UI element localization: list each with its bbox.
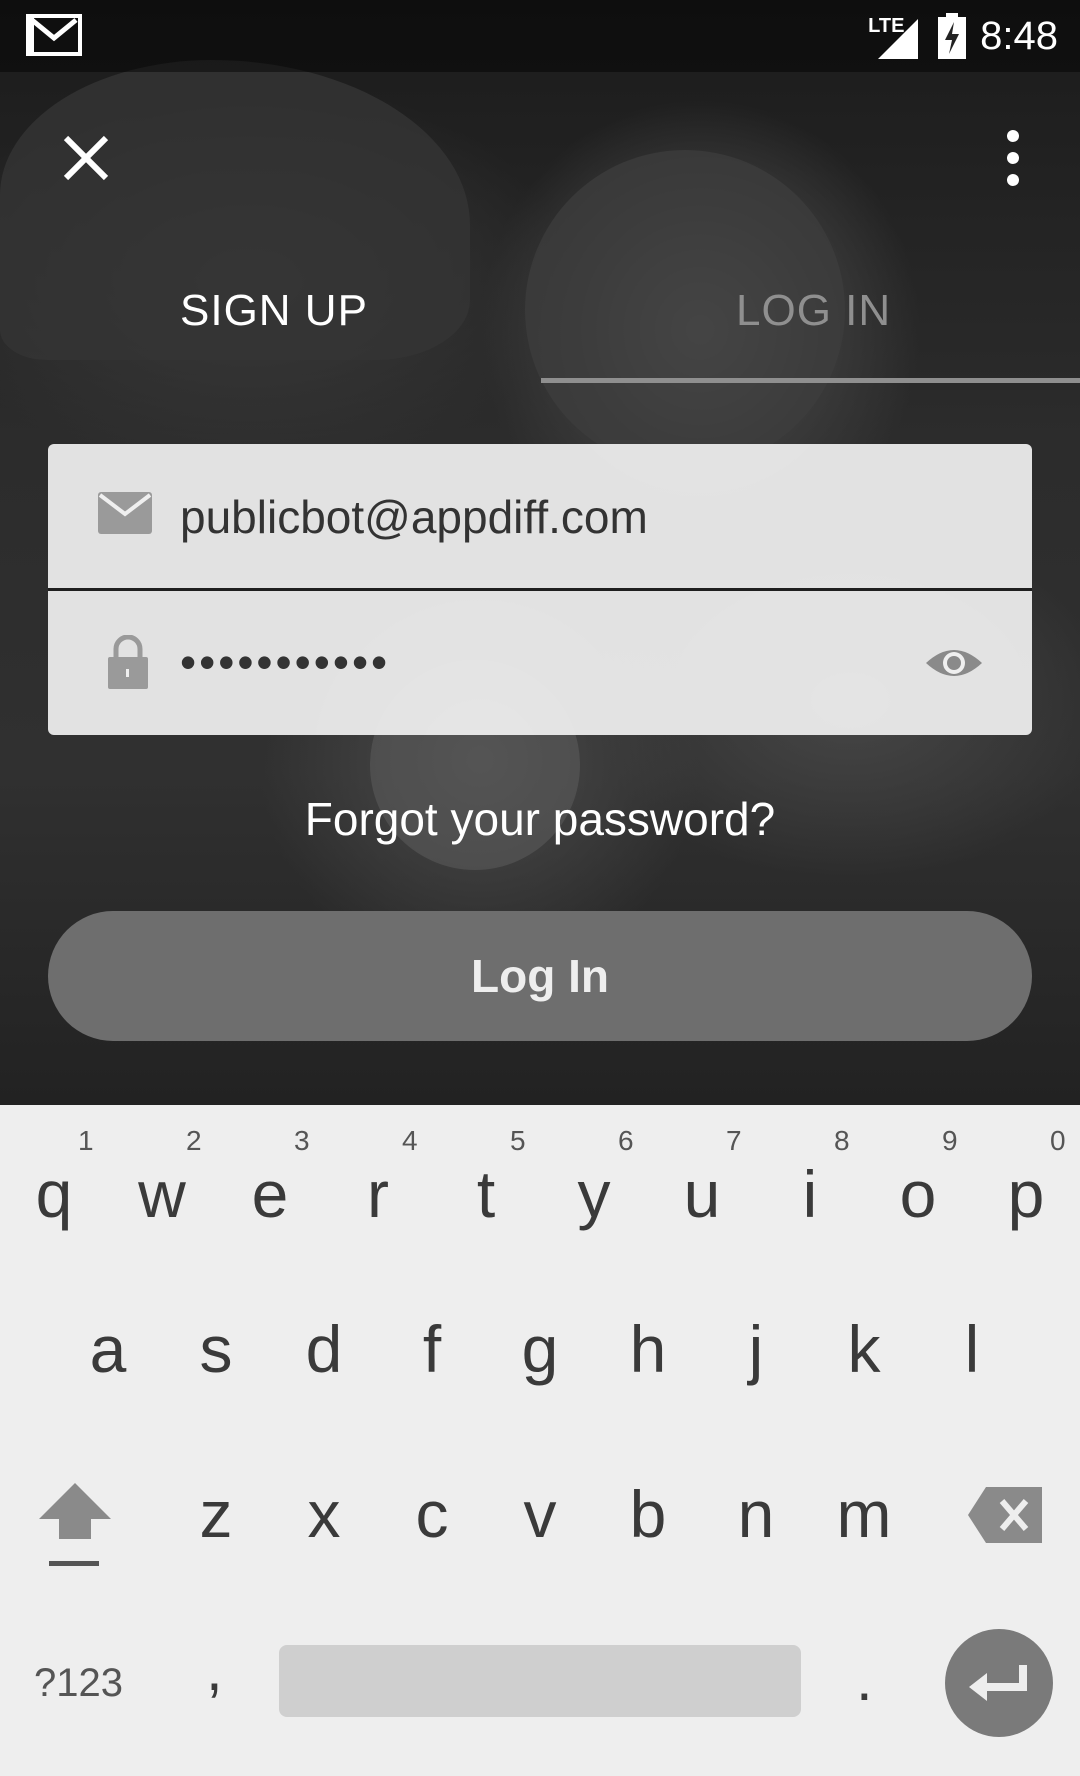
space-bar[interactable] — [279, 1645, 801, 1717]
key-d[interactable]: d — [270, 1270, 378, 1435]
key-o[interactable]: 9 o — [864, 1105, 972, 1270]
key-label: j — [748, 1312, 764, 1386]
symbols-key[interactable]: ?123 — [34, 1661, 123, 1706]
key-label: p — [1007, 1157, 1045, 1231]
key-j[interactable]: j — [702, 1270, 810, 1435]
shift-icon — [39, 1483, 111, 1566]
password-field[interactable]: ••••••••••• — [48, 591, 1032, 735]
mail-icon — [98, 492, 152, 534]
clock: 8:48 — [980, 13, 1058, 58]
more-vert-icon[interactable] — [995, 128, 1031, 188]
key-label: l — [964, 1312, 980, 1386]
key-h[interactable]: h — [594, 1270, 702, 1435]
key-x[interactable]: x — [270, 1435, 378, 1600]
key-label: r — [367, 1157, 389, 1231]
comma-key[interactable]: , — [206, 1635, 223, 1704]
key-label: a — [89, 1312, 127, 1386]
backspace-icon — [968, 1487, 1042, 1543]
key-label: u — [683, 1157, 721, 1231]
status-icons: LTE 8:48 — [868, 8, 1058, 64]
key-hint: 6 — [618, 1125, 634, 1156]
key-label: i — [802, 1157, 818, 1231]
key-label: q — [35, 1157, 73, 1231]
key-label: s — [199, 1312, 233, 1386]
key-k[interactable]: k — [810, 1270, 918, 1435]
key-z[interactable]: z — [162, 1435, 270, 1600]
email-value: publicbot@appdiff.com — [180, 491, 648, 543]
key-hint: 7 — [726, 1125, 742, 1156]
key-label: e — [251, 1157, 289, 1231]
key-label: o — [899, 1157, 937, 1231]
key-t[interactable]: 5 t — [432, 1105, 540, 1270]
key-q[interactable]: 1 q — [0, 1105, 108, 1270]
key-label: m — [836, 1477, 892, 1551]
eye-icon[interactable] — [924, 643, 984, 683]
signal-icon: LTE — [868, 11, 924, 61]
key-label: c — [415, 1477, 449, 1551]
key-u[interactable]: 7 u — [648, 1105, 756, 1270]
key-c[interactable]: c — [378, 1435, 486, 1600]
key-hint: 2 — [186, 1125, 202, 1156]
email-field[interactable]: publicbot@appdiff.com — [48, 444, 1032, 591]
key-g[interactable]: g — [486, 1270, 594, 1435]
key-b[interactable]: b — [594, 1435, 702, 1600]
tab-indicator — [541, 378, 1080, 383]
key-w[interactable]: 2 w — [108, 1105, 216, 1270]
backspace-key[interactable] — [950, 1435, 1060, 1600]
key-label: n — [737, 1477, 775, 1551]
close-icon[interactable] — [60, 132, 112, 184]
battery-charging-icon — [938, 13, 967, 59]
key-label: z — [199, 1477, 233, 1551]
key-y[interactable]: 6 y — [540, 1105, 648, 1270]
key-label: f — [422, 1312, 442, 1386]
key-a[interactable]: a — [54, 1270, 162, 1435]
enter-key[interactable] — [945, 1629, 1053, 1737]
gmail-icon — [26, 14, 82, 56]
key-hint: 5 — [510, 1125, 526, 1156]
key-label: w — [138, 1157, 186, 1231]
key-label: t — [476, 1157, 496, 1231]
forgot-password-link[interactable]: Forgot your password? — [0, 792, 1080, 846]
lock-icon — [108, 635, 148, 689]
key-hint: 4 — [402, 1125, 418, 1156]
tab-log-in[interactable]: LOG IN — [736, 286, 891, 336]
key-label: k — [847, 1312, 881, 1386]
key-hint: 1 — [78, 1125, 94, 1156]
key-e[interactable]: 3 e — [216, 1105, 324, 1270]
key-label: h — [629, 1312, 667, 1386]
key-f[interactable]: f — [378, 1270, 486, 1435]
keyboard-row-1: 1 q 2 w 3 e 4 r 5 t 6 y 7 u 8 i 9 o 0 p — [0, 1105, 1080, 1270]
key-l[interactable]: l — [918, 1270, 1026, 1435]
shift-key[interactable] — [0, 1435, 150, 1600]
key-p[interactable]: 0 p — [972, 1105, 1080, 1270]
key-s[interactable]: s — [162, 1270, 270, 1435]
tab-sign-up[interactable]: SIGN UP — [180, 286, 368, 336]
key-n[interactable]: n — [702, 1435, 810, 1600]
key-hint: 9 — [942, 1125, 958, 1156]
enter-icon — [969, 1665, 1027, 1701]
key-hint: 3 — [294, 1125, 310, 1156]
key-label: x — [307, 1477, 341, 1551]
key-label: v — [523, 1477, 557, 1551]
key-i[interactable]: 8 i — [756, 1105, 864, 1270]
key-label: d — [305, 1312, 343, 1386]
key-hint: 8 — [834, 1125, 850, 1156]
period-key[interactable]: . — [856, 1645, 873, 1714]
status-bar: LTE 8:48 — [0, 0, 1080, 72]
key-label: b — [629, 1477, 667, 1551]
keyboard-row-3: z x c v b n m — [0, 1435, 1080, 1600]
log-in-button[interactable]: Log In — [48, 911, 1032, 1041]
key-hint: 0 — [1050, 1125, 1066, 1156]
key-r[interactable]: 4 r — [324, 1105, 432, 1270]
key-v[interactable]: v — [486, 1435, 594, 1600]
password-value: ••••••••••• — [180, 636, 391, 688]
auth-tabs: SIGN UP LOG IN — [0, 260, 1080, 385]
key-m[interactable]: m — [810, 1435, 918, 1600]
key-label: g — [521, 1312, 559, 1386]
keyboard-row-2: a s d f g h j k l — [0, 1270, 1080, 1435]
soft-keyboard: 1 q 2 w 3 e 4 r 5 t 6 y 7 u 8 i 9 o 0 p … — [0, 1105, 1080, 1776]
key-label: y — [577, 1157, 611, 1231]
